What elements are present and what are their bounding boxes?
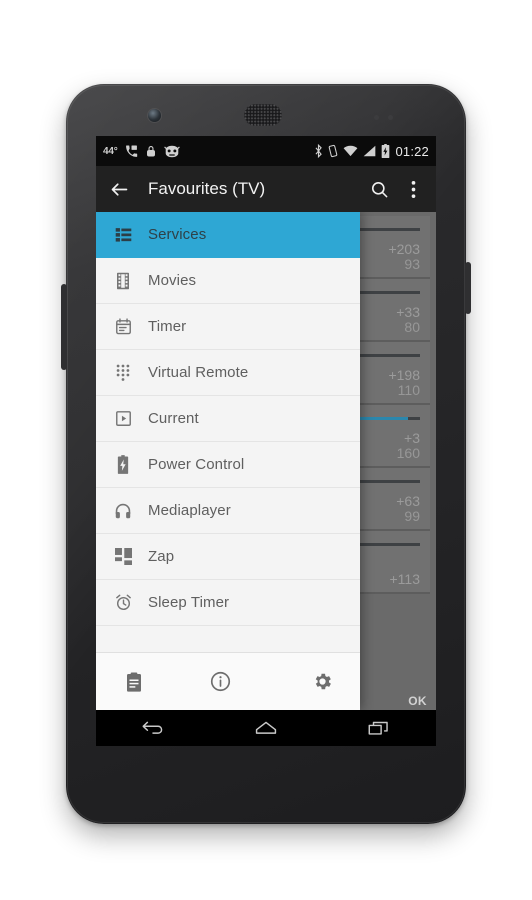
vibrate-icon [329, 144, 338, 158]
status-bar-left: 44° [103, 145, 314, 158]
sidebar-item-label: Mediaplayer [148, 502, 231, 519]
sidebar-item-power-control[interactable]: Power Control [96, 442, 360, 488]
play-box-icon [110, 407, 136, 431]
phone-call-icon [125, 145, 137, 157]
battery-charging-icon [382, 144, 390, 158]
row-offset: +63 [396, 492, 420, 509]
front-camera-icon [148, 109, 161, 122]
sidebar-item-movies[interactable]: Movies [96, 258, 360, 304]
sidebar-item-label: Services [148, 226, 207, 243]
row-offset: +203 [388, 240, 420, 257]
row-meta: +203 93 [388, 240, 420, 273]
row-meta: +33 80 [396, 303, 420, 336]
sidebar-item-label: Power Control [148, 456, 245, 473]
row-duration: 110 [397, 382, 420, 399]
row-duration: 160 [396, 445, 420, 462]
clipboard-button[interactable] [114, 662, 154, 702]
lock-icon [146, 145, 155, 156]
row-offset: +113 [389, 571, 421, 588]
navigation-drawer: Services Movies Timer Virtual Remote Cur… [96, 212, 360, 710]
calendar-icon [110, 315, 136, 339]
temperature-indicator: 44° [103, 145, 118, 157]
row-meta: +63 99 [396, 492, 420, 525]
android-navigation-bar [96, 710, 436, 746]
battery-icon [110, 453, 136, 477]
volume-button[interactable] [61, 284, 67, 370]
cyanogenmod-robot-icon [163, 145, 180, 157]
sidebar-item-zap[interactable]: Zap [96, 534, 360, 580]
info-button[interactable] [200, 662, 240, 702]
sidebar-item-current[interactable]: Current [96, 396, 360, 442]
settings-button[interactable] [302, 662, 342, 702]
sidebar-item-label: Sleep Timer [148, 594, 230, 611]
sidebar-item-virtual-remote[interactable]: Virtual Remote [96, 350, 360, 396]
row-meta: +3 160 [396, 429, 420, 462]
back-arrow-icon[interactable] [102, 172, 136, 206]
ok-button[interactable]: OK [408, 694, 427, 708]
bluetooth-icon [315, 144, 323, 158]
sidebar-item-label: Current [148, 410, 199, 427]
overflow-menu-icon[interactable] [396, 172, 430, 206]
film-strip-icon [110, 269, 136, 293]
list-icon [110, 223, 136, 247]
row-meta: +113 [390, 572, 421, 588]
sidebar-item-label: Virtual Remote [148, 364, 249, 381]
status-bar-right: 01:22 [314, 144, 429, 159]
alarm-clock-icon [110, 591, 136, 615]
row-offset: +198 [388, 366, 420, 383]
drawer-item-list: Services Movies Timer Virtual Remote Cur… [96, 212, 360, 652]
signal-icon [364, 145, 376, 157]
nav-home-icon[interactable] [238, 713, 294, 743]
wifi-icon [344, 145, 358, 157]
proximity-sensors [374, 115, 408, 121]
sidebar-item-mediaplayer[interactable]: Mediaplayer [96, 488, 360, 534]
row-offset: +3 [404, 429, 420, 446]
sidebar-item-sleep-timer[interactable]: Sleep Timer [96, 580, 360, 626]
page-title: Favourites (TV) [148, 179, 266, 198]
row-meta: +198 110 [388, 366, 420, 399]
sidebar-item-label: Timer [148, 318, 187, 335]
sidebar-item-services[interactable]: Services [96, 212, 360, 258]
row-offset: +33 [396, 303, 420, 320]
phone-screen: 44° 01:22 Favourites (TV) +203 93 +33 80… [96, 136, 436, 746]
row-duration: 99 [404, 508, 420, 525]
clock-time: 01:22 [395, 143, 429, 159]
earpiece-speaker [244, 104, 282, 126]
app-bar: Favourites (TV) [96, 166, 436, 212]
search-icon[interactable] [362, 172, 396, 206]
sidebar-item-label: Zap [148, 548, 175, 565]
headphones-icon [110, 499, 136, 523]
sidebar-item-label: Movies [148, 272, 197, 289]
sidebar-item-timer[interactable]: Timer [96, 304, 360, 350]
dialpad-icon [110, 361, 136, 385]
drawer-bottom-toolbar [96, 652, 360, 710]
row-duration: 80 [404, 319, 420, 336]
nav-back-icon[interactable] [125, 713, 181, 743]
content-area: ... +203 93 ... +33 80 [96, 212, 436, 710]
row-duration: 93 [404, 256, 420, 273]
grid-blocks-icon [110, 545, 136, 569]
status-bar: 44° 01:22 [96, 136, 436, 166]
power-button[interactable] [465, 262, 471, 314]
nav-recents-icon[interactable] [351, 713, 407, 743]
phone-device: 44° 01:22 Favourites (TV) +203 93 +33 80… [61, 84, 471, 824]
